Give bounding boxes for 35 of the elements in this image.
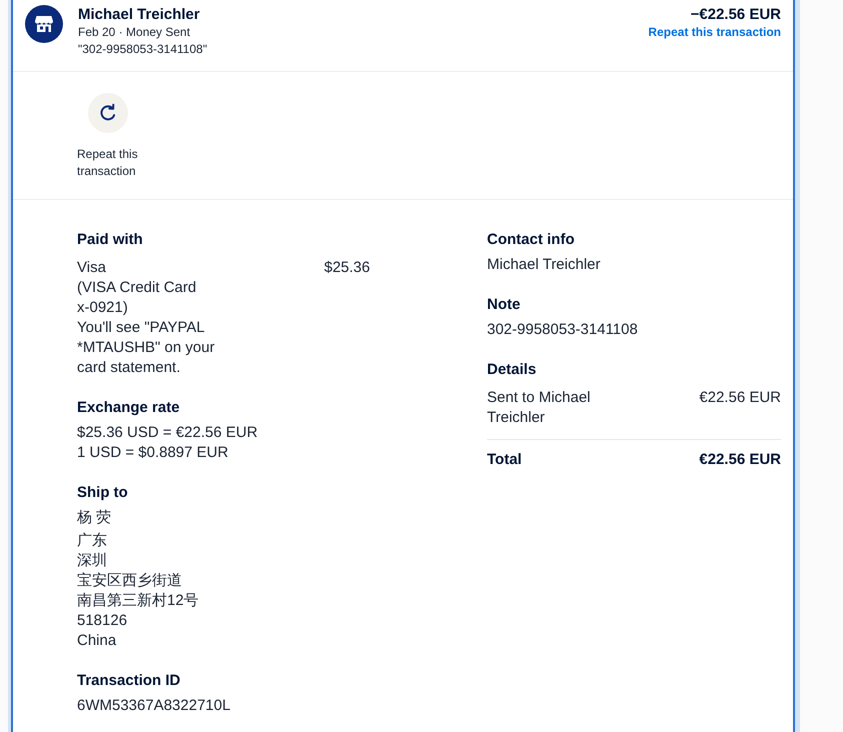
address-line: 广东 (77, 531, 107, 551)
address-line: 南昌第三新村12号 (77, 591, 199, 611)
address-line: 深圳 (77, 551, 107, 571)
repeat-button[interactable]: Repeat this transaction (77, 93, 139, 180)
transaction-reference: "302-9958053-3141108" (78, 41, 208, 58)
recipient-name: 杨 荧 (77, 508, 112, 528)
address-line: 518126 (77, 611, 128, 631)
repeat-transaction-link[interactable]: Repeat this transaction (648, 24, 781, 41)
info-text: 1 USD = $0.8897 EUR (77, 443, 228, 463)
info-text: $25.36 USD = €22.56 EUR (77, 423, 258, 443)
transaction-amount: −€22.56 EUR (690, 6, 781, 24)
address-line: China (77, 631, 116, 651)
payment-info: Visa (77, 258, 106, 278)
store-icon (25, 5, 63, 43)
section-heading: Note (487, 295, 520, 315)
transaction-subtitle: Feb 20 · Money Sent (78, 24, 190, 41)
section-heading: Ship to (77, 483, 128, 503)
line-item-amount: €22.56 EUR (699, 388, 781, 408)
info-text: Michael Treichler (487, 255, 600, 275)
payment-amount: $25.36 (324, 258, 370, 278)
total-amount: €22.56 EUR (699, 450, 781, 470)
section-heading: Paid with (77, 230, 143, 250)
section-heading: Transaction ID (77, 671, 180, 691)
payment-info: (VISA Credit Card x-0921) (77, 278, 198, 318)
merchant-name: Michael Treichler (78, 6, 200, 24)
section-heading: Details (487, 360, 536, 380)
address-line: 宝安区西乡街道 (77, 571, 182, 591)
info-text: 302-9958053-3141108 (487, 320, 638, 340)
total-label: Total (487, 450, 522, 470)
info-text: 6WM53367A8322710L (77, 696, 230, 716)
refresh-icon (88, 93, 128, 133)
line-item-label: Sent to Michael Treichler (487, 388, 592, 428)
payment-info: You'll see "PAYPAL *MTAUSHB" on your card statement. (77, 318, 216, 378)
section-heading: Contact info (487, 230, 574, 250)
section-heading: Exchange rate (77, 398, 180, 418)
